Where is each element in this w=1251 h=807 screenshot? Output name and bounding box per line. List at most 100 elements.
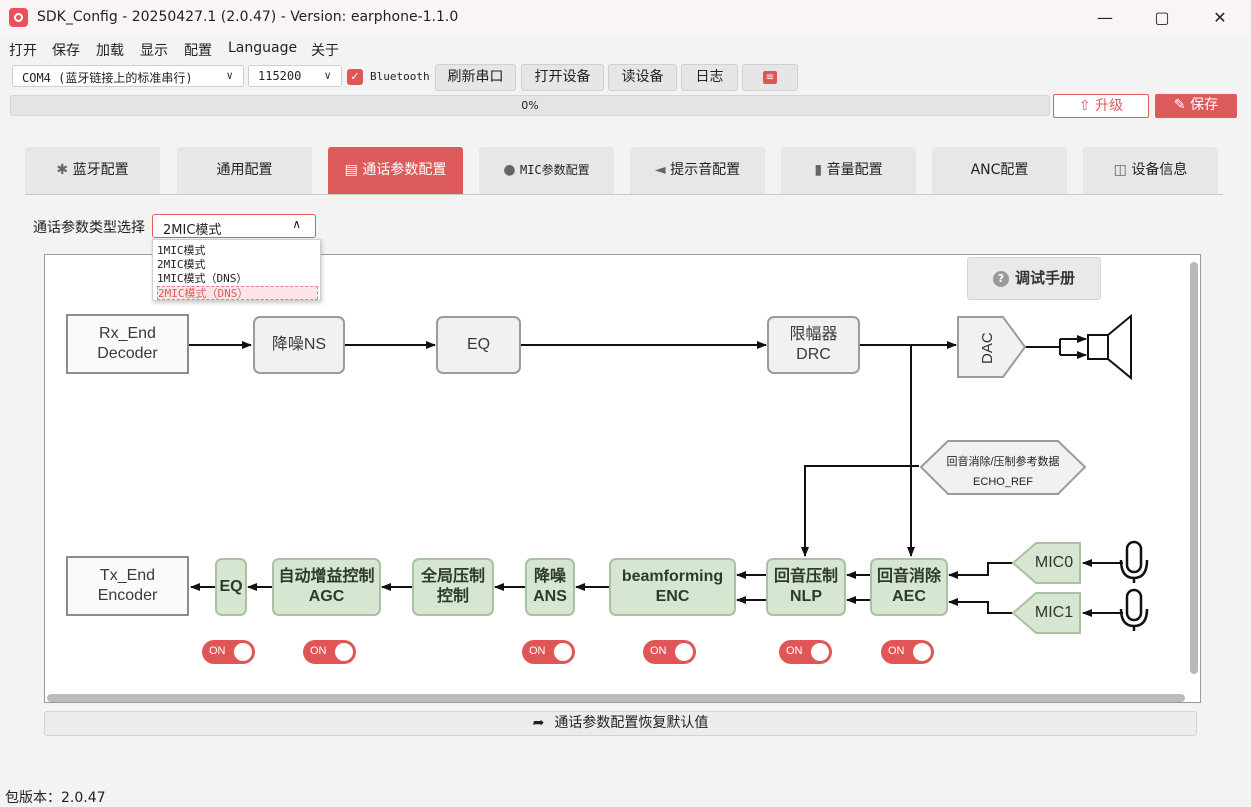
port-select-value: COM4 (蓝牙链接上的标准串行) <box>22 71 193 85</box>
tab-divider <box>25 194 1223 195</box>
device-icon: ◫ <box>1113 162 1132 178</box>
tab-device-info[interactable]: ◫ 设备信息 <box>1083 147 1218 194</box>
maximize-icon[interactable]: ▢ <box>1139 0 1185 35</box>
menu-load[interactable]: 加载 <box>96 40 124 60</box>
baud-select[interactable]: 115200 ∨ <box>248 65 342 87</box>
bluetooth-checkbox[interactable]: ✓ <box>347 69 363 85</box>
chevron-down-icon: ∨ <box>226 69 233 82</box>
ans-node[interactable]: 降噪 ANS <box>525 558 575 616</box>
log-button[interactable]: 日志 <box>681 64 738 91</box>
horizontal-scrollbar[interactable] <box>47 694 1185 702</box>
menu-open[interactable]: 打开 <box>9 40 37 60</box>
tab-mic-params[interactable]: ● MIC参数配置 <box>479 147 614 194</box>
node-label: beamforming <box>621 568 724 585</box>
settings-button[interactable]: ≡ <box>742 64 798 91</box>
edit-icon: ✎ <box>1173 97 1186 113</box>
enc-node[interactable]: beamforming ENC <box>609 558 736 616</box>
upgrade-button[interactable]: ⇧ 升级 <box>1053 94 1149 118</box>
tab-label: 提示音配置 <box>670 162 741 178</box>
toggle-label: ON <box>310 645 327 657</box>
baud-select-value: 115200 <box>258 69 302 83</box>
call-type-dropdown[interactable]: 1MIC模式 2MIC模式 1MIC模式（DNS） 2MIC模式（DNS） <box>152 239 321 301</box>
bluetooth-label: Bluetooth <box>370 70 430 83</box>
eq-top-node[interactable]: EQ <box>436 316 521 374</box>
tab-volume[interactable]: ▮ 音量配置 <box>781 147 916 194</box>
tab-label: 通话参数配置 <box>362 162 447 178</box>
save-button[interactable]: ✎ 保存 <box>1155 94 1237 118</box>
call-type-select[interactable]: 2MIC模式 ∧ <box>152 214 316 238</box>
mic0-label: MIC0 <box>1034 554 1074 571</box>
read-device-button[interactable]: 读设备 <box>608 64 677 91</box>
progress-text: 0% <box>521 99 539 112</box>
tab-call-params[interactable]: ▤ 通话参数配置 <box>328 147 463 194</box>
tab-prompt-tone[interactable]: ◄ 提示音配置 <box>630 147 765 194</box>
drc-node[interactable]: 限幅器 DRC <box>767 316 860 374</box>
dropdown-option[interactable]: 1MIC模式（DNS） <box>157 272 318 286</box>
save-label: 保存 <box>1190 97 1219 113</box>
toggle-knob <box>675 643 693 661</box>
node-label: Encoder <box>97 587 158 604</box>
eq-node[interactable]: EQ <box>215 558 247 616</box>
app-icon <box>9 8 28 27</box>
tx-end-encoder-node: Tx_End Encoder <box>66 556 189 616</box>
nlp-toggle[interactable]: ON <box>779 640 832 664</box>
menu-display[interactable]: 显示 <box>140 40 168 60</box>
node-label: 控制 <box>436 588 469 605</box>
node-label: ECHO_REF <box>973 476 1033 488</box>
speaker-icon: ◄ <box>654 162 671 178</box>
node-label: NLP <box>789 588 822 605</box>
menu-language[interactable]: Language <box>228 40 297 56</box>
nlp-node[interactable]: 回音压制 NLP <box>766 558 846 616</box>
open-device-button[interactable]: 打开设备 <box>521 64 604 91</box>
close-icon[interactable]: ✕ <box>1197 0 1243 35</box>
ns-node[interactable]: 降噪NS <box>253 316 345 374</box>
document-icon: ▤ <box>344 162 363 178</box>
question-icon: ? <box>992 271 1009 287</box>
refresh-port-button[interactable]: 刷新串口 <box>435 64 516 91</box>
node-label: 回音压制 <box>773 568 838 585</box>
tab-label: 蓝牙配置 <box>72 162 129 178</box>
agc-node[interactable]: 自动增益控制 AGC <box>272 558 381 616</box>
upgrade-label: 升级 <box>1095 98 1124 114</box>
restore-defaults-button[interactable]: ➦ 通话参数配置恢复默认值 <box>44 711 1197 736</box>
node-label: 回音消除/压制参考数据 <box>946 456 1060 468</box>
toggle-knob <box>811 643 829 661</box>
dropdown-option-highlighted[interactable]: 2MIC模式（DNS） <box>157 286 318 300</box>
menu-about[interactable]: 关于 <box>311 40 339 60</box>
menu-save[interactable]: 保存 <box>52 40 80 60</box>
aec-node[interactable]: 回音消除 AEC <box>870 558 948 616</box>
redo-arrow-icon: ➦ <box>532 715 545 731</box>
node-label: EQ <box>466 336 491 353</box>
vertical-scrollbar[interactable] <box>1190 262 1198 674</box>
settings-icon: ≡ <box>763 70 777 84</box>
minimize-icon[interactable]: — <box>1082 0 1128 35</box>
restore-defaults-label: 通话参数配置恢复默认值 <box>554 715 709 731</box>
agc-toggle[interactable]: ON <box>303 640 356 664</box>
dropdown-option[interactable]: 1MIC模式 <box>157 244 318 258</box>
tab-general[interactable]: 通用配置 <box>177 147 312 194</box>
chevron-down-icon: ∨ <box>324 69 331 82</box>
dropdown-option[interactable]: 2MIC模式 <box>157 258 318 272</box>
tab-bluetooth[interactable]: ✱ 蓝牙配置 <box>25 147 160 194</box>
global-suppress-node[interactable]: 全局压制 控制 <box>412 558 494 616</box>
toggle-knob <box>234 643 252 661</box>
debug-manual-label: 调试手册 <box>1014 269 1075 287</box>
aec-toggle[interactable]: ON <box>881 640 934 664</box>
toggle-knob <box>913 643 931 661</box>
port-select[interactable]: COM4 (蓝牙链接上的标准串行) ∨ <box>12 65 244 87</box>
node-label: 限幅器 <box>789 326 838 343</box>
ans-toggle[interactable]: ON <box>522 640 575 664</box>
tab-label: ANC配置 <box>970 162 1029 178</box>
menu-config[interactable]: 配置 <box>184 40 212 60</box>
tab-label: 通用配置 <box>216 162 273 178</box>
debug-manual-button[interactable]: ? 调试手册 <box>967 257 1101 300</box>
toggle-label: ON <box>888 645 905 657</box>
tab-anc[interactable]: ANC配置 <box>932 147 1067 194</box>
toggle-knob <box>554 643 572 661</box>
eq-toggle[interactable]: ON <box>202 640 255 664</box>
node-label: EQ <box>219 578 243 595</box>
toggle-label: ON <box>650 645 667 657</box>
node-label: 降噪NS <box>271 336 327 353</box>
node-label: AEC <box>892 588 926 605</box>
enc-toggle[interactable]: ON <box>643 640 696 664</box>
